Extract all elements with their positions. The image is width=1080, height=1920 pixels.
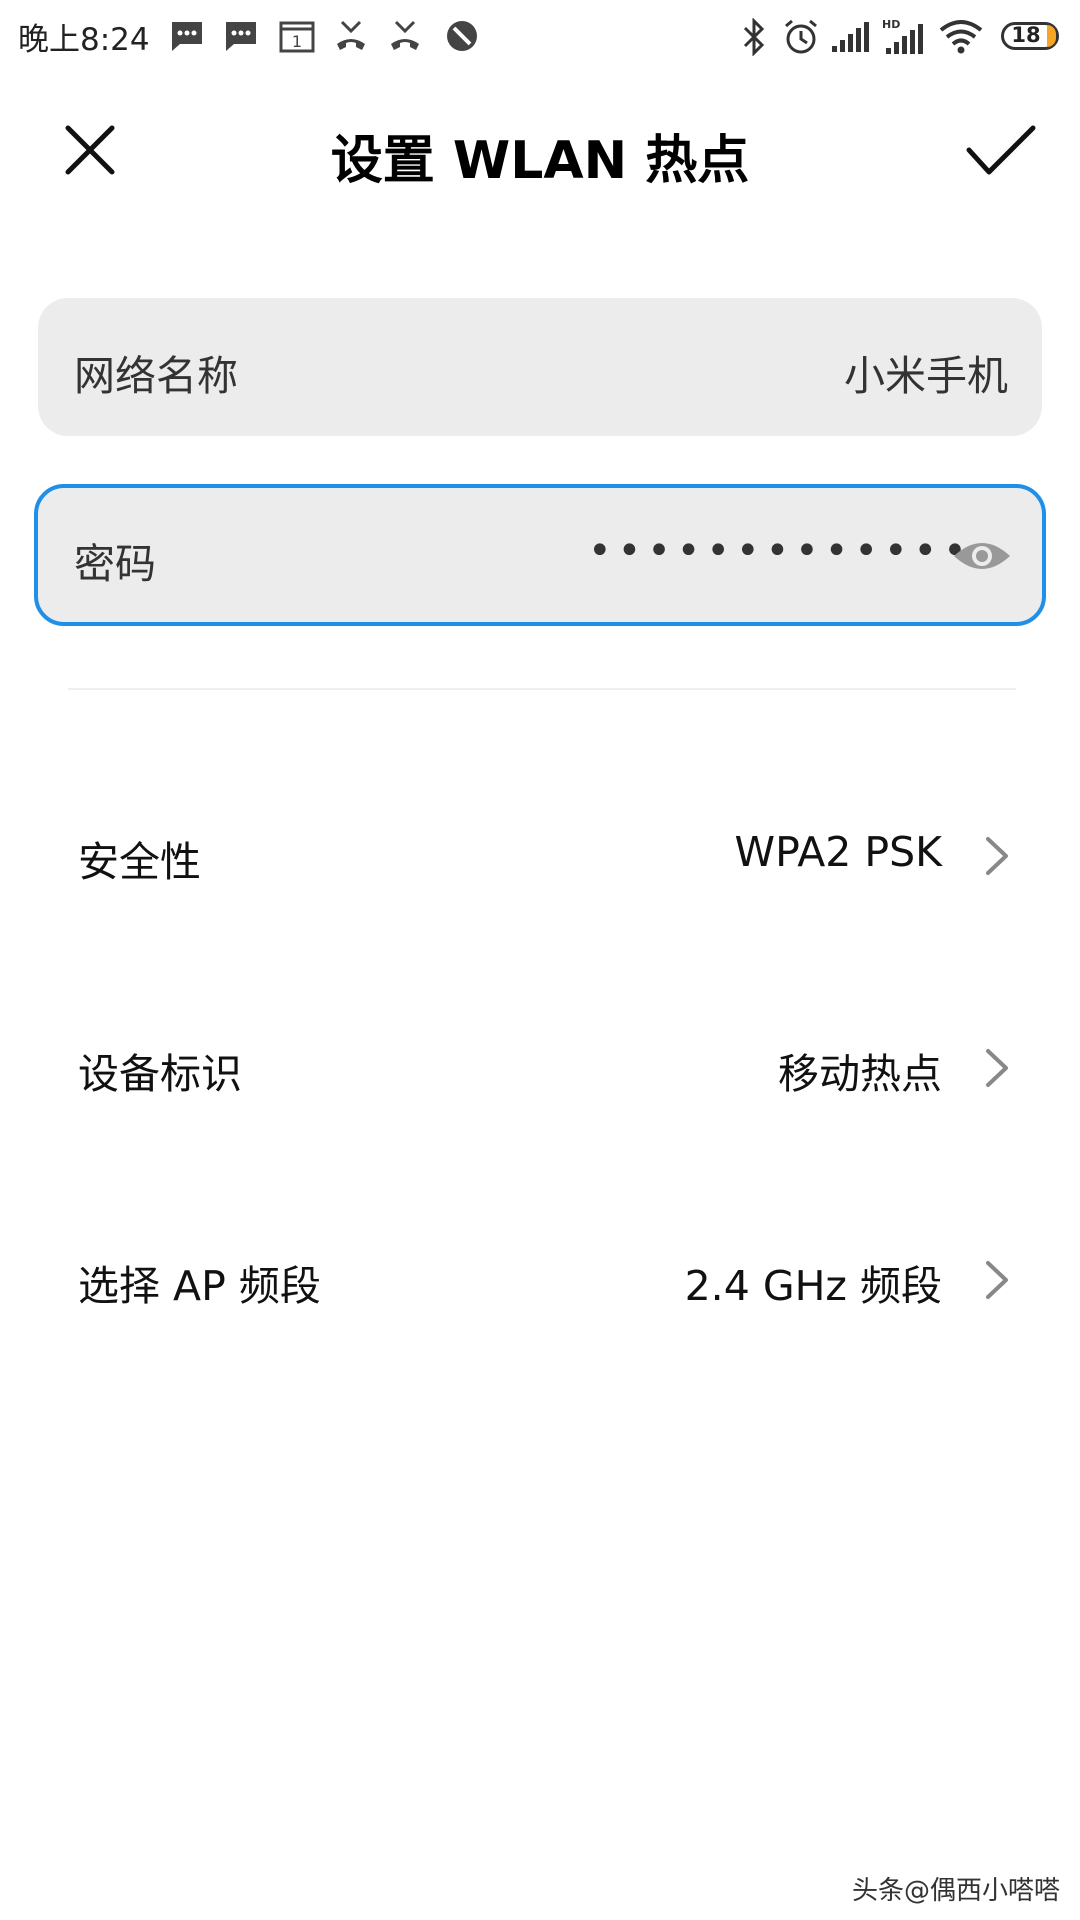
signal-hd-icon: HD xyxy=(882,18,923,54)
battery-percent: 18 xyxy=(1011,23,1041,47)
alarm-icon xyxy=(785,19,817,54)
signal-icon xyxy=(832,22,869,52)
ap-band-label: 选择 AP 频段 xyxy=(78,1262,321,1310)
security-label: 安全性 xyxy=(78,838,201,886)
password-field[interactable]: 密码 ••••••••••••• xyxy=(34,484,1046,626)
divider xyxy=(68,688,1016,690)
ap-band-value: 2.4 GHz 频段 xyxy=(684,1262,942,1310)
missed-call-icon xyxy=(337,20,365,50)
ap-band-row[interactable]: 选择 AP 频段 2.4 GHz 频段 xyxy=(0,1214,1080,1344)
message-icon xyxy=(226,22,256,51)
calendar-icon: 1 xyxy=(279,21,315,53)
password-label: 密码 xyxy=(74,540,156,588)
network-name-field[interactable]: 网络名称 小米手机 xyxy=(38,298,1042,436)
message-icon xyxy=(172,22,202,51)
network-name-value[interactable]: 小米手机 xyxy=(844,342,1008,402)
chevron-right-icon xyxy=(986,837,1008,875)
device-id-label: 设备标识 xyxy=(78,1050,242,1098)
chevron-right-icon xyxy=(986,1261,1008,1299)
device-id-row[interactable]: 设备标识 移动热点 xyxy=(0,1002,1080,1132)
block-icon xyxy=(447,21,477,51)
battery-level xyxy=(1046,25,1056,47)
chevron-right-icon xyxy=(986,1049,1008,1087)
wifi-icon xyxy=(939,20,983,54)
network-name-label: 网络名称 xyxy=(74,352,238,400)
missed-call-icon xyxy=(391,20,419,50)
confirm-button[interactable] xyxy=(955,110,1045,190)
battery-icon: 18 xyxy=(1001,22,1059,50)
page-title: 设置 WLAN 热点 xyxy=(330,131,750,191)
password-input[interactable]: ••••••••••••• xyxy=(588,528,973,574)
bluetooth-icon xyxy=(743,18,765,56)
status-bar: 晚上8:24 1 HD 18 xyxy=(0,0,1080,76)
security-value: WPA2 PSK xyxy=(734,828,942,876)
device-id-value: 移动热点 xyxy=(778,1050,942,1098)
security-row[interactable]: 安全性 WPA2 PSK xyxy=(0,790,1080,920)
eye-icon[interactable] xyxy=(952,528,1012,584)
svg-text:1: 1 xyxy=(292,32,302,51)
watermark: 头条@偶西小嗒嗒 xyxy=(851,1876,1060,1906)
status-time: 晚上8:24 xyxy=(18,22,150,58)
check-icon xyxy=(966,125,1036,175)
svg-text:HD: HD xyxy=(882,18,900,31)
